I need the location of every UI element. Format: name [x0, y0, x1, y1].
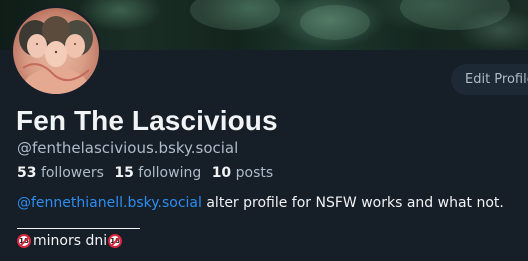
profile-page: Edit Profile Fen The Lascivious @fenthel… — [0, 0, 528, 261]
profile-handle[interactable]: @fenthelascivious.bsky.social — [17, 139, 238, 157]
following-stat[interactable]: 15 following — [114, 165, 201, 181]
bio-line-2-text: minors dni — [33, 233, 108, 249]
profile-stats: 53 followers 15 following 10 posts — [17, 165, 279, 181]
bio-mention-link[interactable]: @fennethianell.bsky.social — [17, 195, 202, 211]
followers-stat[interactable]: 53 followers — [17, 165, 104, 181]
followers-label: followers — [40, 165, 104, 181]
posts-count: 10 — [211, 165, 232, 181]
avatar[interactable] — [11, 6, 101, 96]
following-count: 15 — [114, 165, 134, 181]
followers-count: 53 — [17, 165, 37, 181]
edit-profile-button[interactable]: Edit Profile — [451, 64, 528, 95]
no-under-18-icon: 18 — [108, 234, 123, 248]
bio-text: alter profile for NSFW works and what no… — [201, 195, 504, 211]
no-under-18-icon: 18 — [17, 234, 31, 248]
profile-bio: @fennethianell.bsky.social alter profile… — [17, 195, 504, 211]
bio-line-2: 18 minors dni 18 — [17, 233, 123, 249]
following-label: following — [138, 165, 202, 181]
avatar-illustration — [19, 16, 93, 94]
posts-label: posts — [235, 165, 274, 181]
bio-divider — [17, 228, 140, 229]
display-name: Fen The Lascivious — [16, 105, 278, 136]
posts-stat: 10 posts — [212, 165, 273, 181]
